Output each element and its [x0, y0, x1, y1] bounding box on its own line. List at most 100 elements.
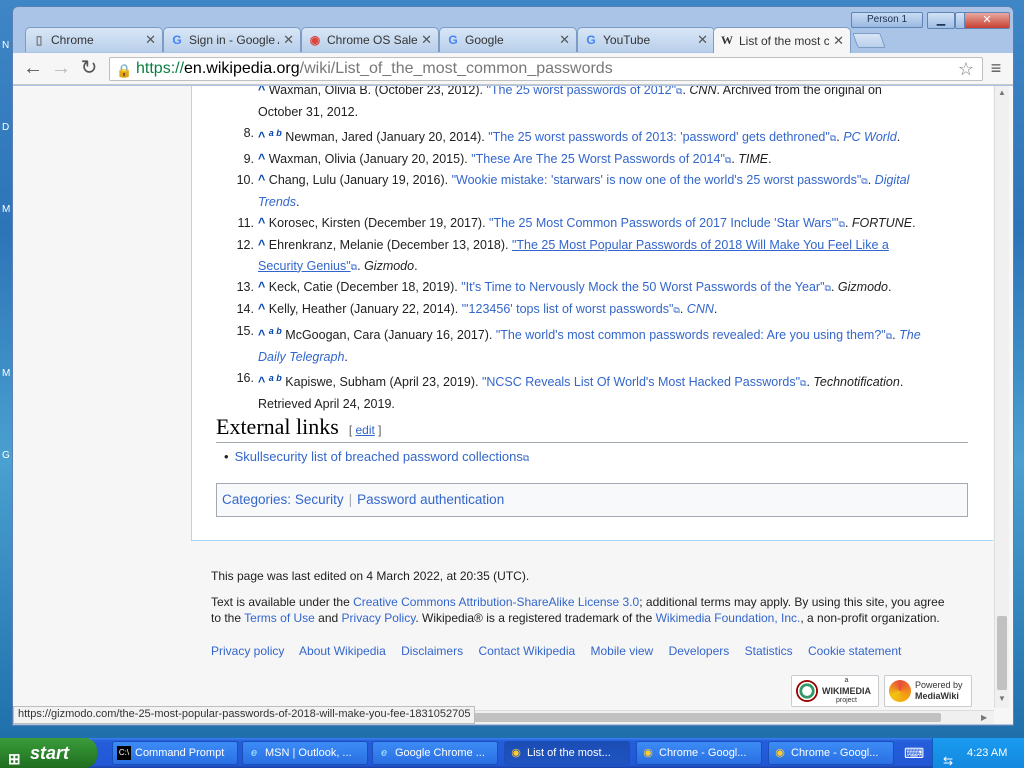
bookmark-star-icon[interactable]: ☆ — [958, 58, 974, 80]
ref-source: Technotification — [813, 374, 900, 389]
new-tab-button[interactable] — [852, 33, 886, 48]
ref-tail: . — [295, 195, 300, 210]
ref-source[interactable]: Digital — [875, 173, 910, 187]
ref-author: Waxman, Olivia (January 20, 2015). — [268, 151, 472, 166]
privacy-policy-link[interactable]: Privacy Policy — [342, 611, 416, 625]
footer-link[interactable]: Cookie statement — [808, 644, 901, 658]
tab-close-icon[interactable]: ✕ — [833, 33, 844, 49]
taskbar-item-list-of-most[interactable]: ◉ List of the most... — [504, 741, 630, 765]
powered-by-mediawiki-badge[interactable]: Powered by MediaWiki — [884, 675, 972, 707]
ref-link[interactable]: "The 25 Most Common Passwords of 2017 In… — [489, 216, 838, 230]
tab-chrome-os-sales[interactable]: ◉ Chrome OS Sales ✕ — [301, 27, 439, 52]
taskbar-item-google-chrome-ie[interactable]: e Google Chrome ... — [372, 741, 498, 765]
tab-label: YouTube — [603, 33, 651, 47]
taskbar-item-msn-outlook[interactable]: e MSN | Outlook, ... — [242, 741, 368, 765]
wikimedia-project-badge[interactable]: a WIKIMEDIA project — [791, 675, 879, 707]
backlink-caret[interactable]: ^ — [258, 130, 265, 144]
tab-wikipedia-active[interactable]: W List of the most co ✕ — [713, 27, 851, 53]
category-security[interactable]: Security — [295, 492, 344, 507]
ref-author: Newman, Jared (January 20, 2014). — [285, 129, 489, 144]
task-label: Chrome - Googl... — [659, 747, 747, 759]
edit-section-link[interactable]: edit — [355, 423, 374, 437]
license-part: ; additional terms may apply. By using t… — [639, 595, 945, 609]
external-links-heading: External links [ edit ] — [216, 414, 968, 443]
wikimedia-foundation-link[interactable]: Wikimedia Foundation, Inc. — [656, 611, 801, 625]
forward-arrow-icon[interactable]: → — [49, 57, 73, 81]
taskbar-item-command-prompt[interactable]: C:\ Command Prompt — [112, 741, 238, 765]
backlink-letters[interactable]: a b — [269, 326, 282, 336]
wikimedia-logo-icon — [796, 680, 818, 702]
ref-link[interactable]: "The 25 worst passwords of 2012" — [486, 86, 676, 97]
ref-source[interactable]: PC World — [843, 130, 896, 144]
tab-google[interactable]: G Google ✕ — [439, 27, 577, 52]
minimize-button[interactable]: ▁ — [927, 12, 955, 29]
ref-link[interactable]: "These Are The 25 Worst Passwords of 201… — [471, 152, 725, 166]
ref-link[interactable]: "The world's most common passwords revea… — [496, 328, 886, 342]
ref-source[interactable]: The — [899, 328, 921, 342]
backlink-caret[interactable]: ^ — [258, 302, 265, 316]
backlink-caret[interactable]: ^ — [258, 328, 265, 342]
ref-source[interactable]: CNN — [687, 302, 714, 316]
footer-link[interactable]: Mobile view — [591, 644, 654, 658]
backlink-letters[interactable]: a b — [269, 373, 282, 383]
ref-link[interactable]: "The 25 worst passwords of 2013: 'passwo… — [488, 130, 830, 144]
ref-sep: . — [679, 302, 687, 317]
tab-youtube[interactable]: G YouTube ✕ — [577, 27, 715, 52]
ref-date: October 31, 2012. — [258, 104, 359, 119]
scroll-up-icon[interactable]: ▲ — [998, 88, 1006, 97]
tab-close-icon[interactable]: ✕ — [559, 32, 570, 48]
categories-label[interactable]: Categories: — [222, 492, 291, 507]
taskbar-item-chrome-google-2[interactable]: ◉ Chrome - Googl... — [768, 741, 894, 765]
chrome-menu-icon[interactable]: ≡ — [985, 59, 1007, 79]
external-link-item[interactable]: Skullsecurity list of breached password … — [235, 449, 523, 464]
close-window-button[interactable]: ✕ — [964, 12, 1010, 29]
backlink-letters[interactable]: a b — [269, 128, 282, 138]
backlink-caret[interactable]: ^ — [258, 152, 265, 166]
keyboard-icon[interactable]: ⌨ — [904, 745, 924, 762]
backlink-caret[interactable]: ^ — [258, 173, 265, 187]
address-bar[interactable]: 🔒 https://en.wikipedia.org/wiki/List_of_… — [109, 57, 983, 81]
reload-icon[interactable]: ↻ — [77, 57, 101, 81]
scrollbar-thumb[interactable] — [997, 616, 1007, 690]
backlink-caret[interactable]: ^ — [258, 238, 265, 252]
backlink-caret[interactable]: ^ — [258, 280, 265, 294]
tab-close-icon[interactable]: ✕ — [283, 32, 294, 48]
task-label: Command Prompt — [135, 747, 225, 759]
ref-link[interactable]: "Wookie mistake: 'starwars' is now one o… — [452, 173, 862, 187]
license-link[interactable]: Creative Commons Attribution-ShareAlike … — [353, 595, 639, 609]
vertical-scrollbar[interactable]: ▲ ▼ — [994, 86, 1009, 708]
tab-close-icon[interactable]: ✕ — [697, 32, 708, 48]
profile-button[interactable]: Person 1 — [851, 12, 923, 28]
ref-source-cont[interactable]: Daily Telegraph — [258, 350, 344, 364]
ref-link[interactable]: "NCSC Reveals List Of World's Most Hacke… — [482, 375, 800, 389]
scroll-down-icon[interactable]: ▼ — [998, 694, 1006, 703]
ref-link-hovered[interactable]: "The 25 Most Popular Passwords of 2018 W… — [512, 238, 889, 252]
clock[interactable]: 4:23 AM — [967, 747, 1007, 759]
footer-link[interactable]: Disclaimers — [401, 644, 463, 658]
tab-chrome[interactable]: ▯ Chrome ✕ — [25, 27, 163, 52]
backlink-caret[interactable]: ^ — [258, 216, 265, 230]
footer-link[interactable]: Contact Wikipedia — [478, 644, 575, 658]
ref-link[interactable]: "'123456' tops list of worst passwords" — [462, 302, 674, 316]
back-arrow-icon[interactable]: ← — [21, 57, 45, 81]
license-part: Text is available under the — [211, 595, 354, 609]
tab-sign-in[interactable]: G Sign in - Google Acc ✕ — [163, 27, 301, 52]
start-button[interactable]: ⊞ start — [0, 738, 97, 768]
footer-link[interactable]: Statistics — [745, 644, 793, 658]
taskbar-item-chrome-google[interactable]: ◉ Chrome - Googl... — [636, 741, 762, 765]
backlink-caret[interactable]: ^ — [258, 86, 265, 97]
terms-of-use-link[interactable]: Terms of Use — [244, 611, 315, 625]
footer-link[interactable]: Privacy policy — [211, 644, 284, 658]
footer-link[interactable]: About Wikipedia — [299, 644, 386, 658]
scroll-right-icon[interactable]: ▶ — [981, 713, 987, 722]
network-icon[interactable]: ⇆ — [943, 746, 953, 768]
category-separator: | — [348, 492, 353, 507]
category-password-authentication[interactable]: Password authentication — [357, 492, 504, 507]
tab-close-icon[interactable]: ✕ — [145, 32, 156, 48]
tab-close-icon[interactable]: ✕ — [421, 32, 432, 48]
ref-source-cont[interactable]: Trends — [258, 195, 296, 209]
ref-link[interactable]: "It's Time to Nervously Mock the 50 Wors… — [461, 280, 824, 294]
footer-link[interactable]: Developers — [669, 644, 730, 658]
ref-link-hovered-cont[interactable]: Security Genius" — [258, 259, 351, 273]
backlink-caret[interactable]: ^ — [258, 375, 265, 389]
